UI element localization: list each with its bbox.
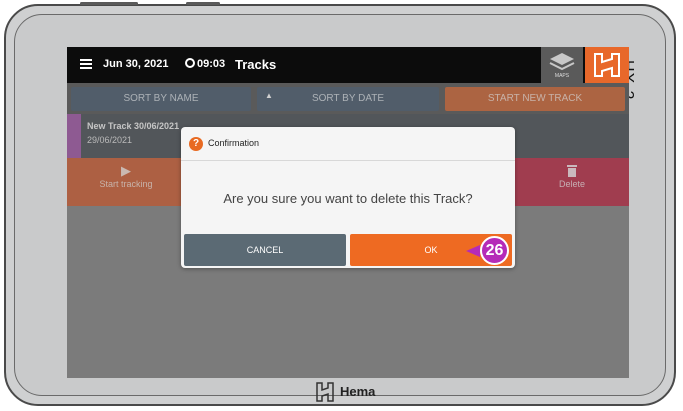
dialog-title: Confirmation (208, 138, 260, 148)
clock-icon (185, 58, 195, 68)
hema-home-button[interactable] (585, 47, 629, 83)
page-title: Tracks (235, 57, 277, 72)
device-top-button (80, 2, 138, 5)
question-icon: ? (189, 137, 203, 151)
dialog-header: ? Confirmation (181, 127, 515, 161)
maps-button[interactable]: MAPS (541, 47, 583, 83)
device-power-button (186, 2, 220, 5)
hema-brand-logo-icon (316, 382, 334, 402)
maps-label: MAPS (554, 73, 570, 79)
dialog-message: Are you sure you want to delete this Tra… (223, 191, 473, 206)
current-date: Jun 30, 2021 (103, 58, 169, 70)
callout-pointer (466, 245, 480, 257)
hema-logo-icon (594, 53, 620, 77)
hamburger-menu-icon[interactable] (80, 59, 92, 69)
cancel-button[interactable]: CANCEL (184, 234, 346, 266)
top-bar: Jun 30, 2021 09:03 Tracks MAPS (67, 47, 629, 83)
brand-name: Hema (340, 384, 376, 399)
step-callout-badge: 26 (480, 236, 509, 265)
current-time: 09:03 (185, 58, 225, 70)
